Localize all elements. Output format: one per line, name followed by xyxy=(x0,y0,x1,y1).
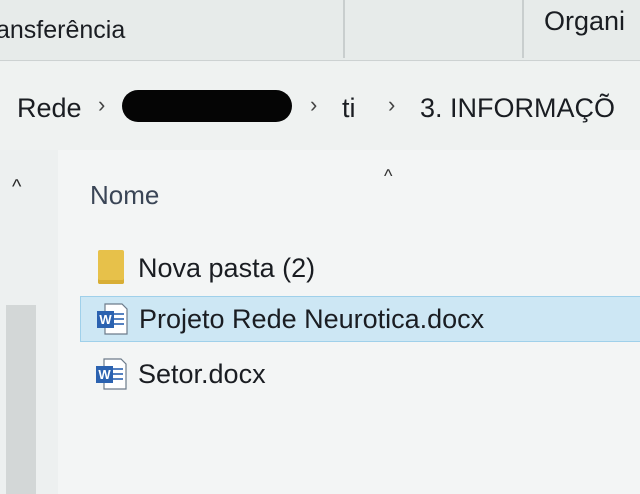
file-list: ^ Nome Nova pasta (2) W Projeto Rede Neu… xyxy=(58,150,640,494)
list-item-folder[interactable]: Nova pasta (2) xyxy=(80,246,640,290)
redacted-breadcrumb xyxy=(122,90,292,122)
address-bar[interactable]: Rede › › ti › 3. INFORMAÇÕ xyxy=(0,62,640,151)
list-item-name: Nova pasta (2) xyxy=(138,253,316,283)
navigation-pane: ^ xyxy=(0,150,59,494)
breadcrumb-ti[interactable]: ti xyxy=(342,93,356,124)
ribbon-divider xyxy=(522,0,524,58)
breadcrumb-chevron-icon[interactable]: › xyxy=(310,92,317,118)
svg-text:W: W xyxy=(99,312,112,327)
ribbon: ansferência Organi xyxy=(0,0,640,61)
sort-ascending-icon[interactable]: ^ xyxy=(384,166,392,187)
list-item-document-selected[interactable]: W Projeto Rede Neurotica.docx xyxy=(80,296,640,342)
ribbon-transfer-label[interactable]: ansferência xyxy=(0,16,125,45)
column-header-name[interactable]: Nome xyxy=(90,180,159,211)
breadcrumb-informacoes[interactable]: 3. INFORMAÇÕ xyxy=(420,93,615,124)
word-doc-icon: W xyxy=(96,358,127,390)
list-item-name: Setor.docx xyxy=(138,359,266,389)
svg-text:W: W xyxy=(98,367,111,382)
ribbon-divider xyxy=(343,0,345,58)
list-item-name: Projeto Rede Neurotica.docx xyxy=(139,304,485,334)
folder-icon xyxy=(98,250,124,284)
scroll-up-icon[interactable]: ^ xyxy=(12,176,21,199)
breadcrumb-network[interactable]: Rede xyxy=(17,93,82,124)
word-doc-icon: W xyxy=(97,303,128,335)
breadcrumb-chevron-icon[interactable]: › xyxy=(98,92,105,118)
nav-scrollbar-thumb[interactable] xyxy=(6,305,36,494)
list-item-document[interactable]: W Setor.docx xyxy=(80,352,640,396)
breadcrumb-chevron-icon[interactable]: › xyxy=(388,92,395,118)
ribbon-organize-label[interactable]: Organi xyxy=(544,6,625,37)
